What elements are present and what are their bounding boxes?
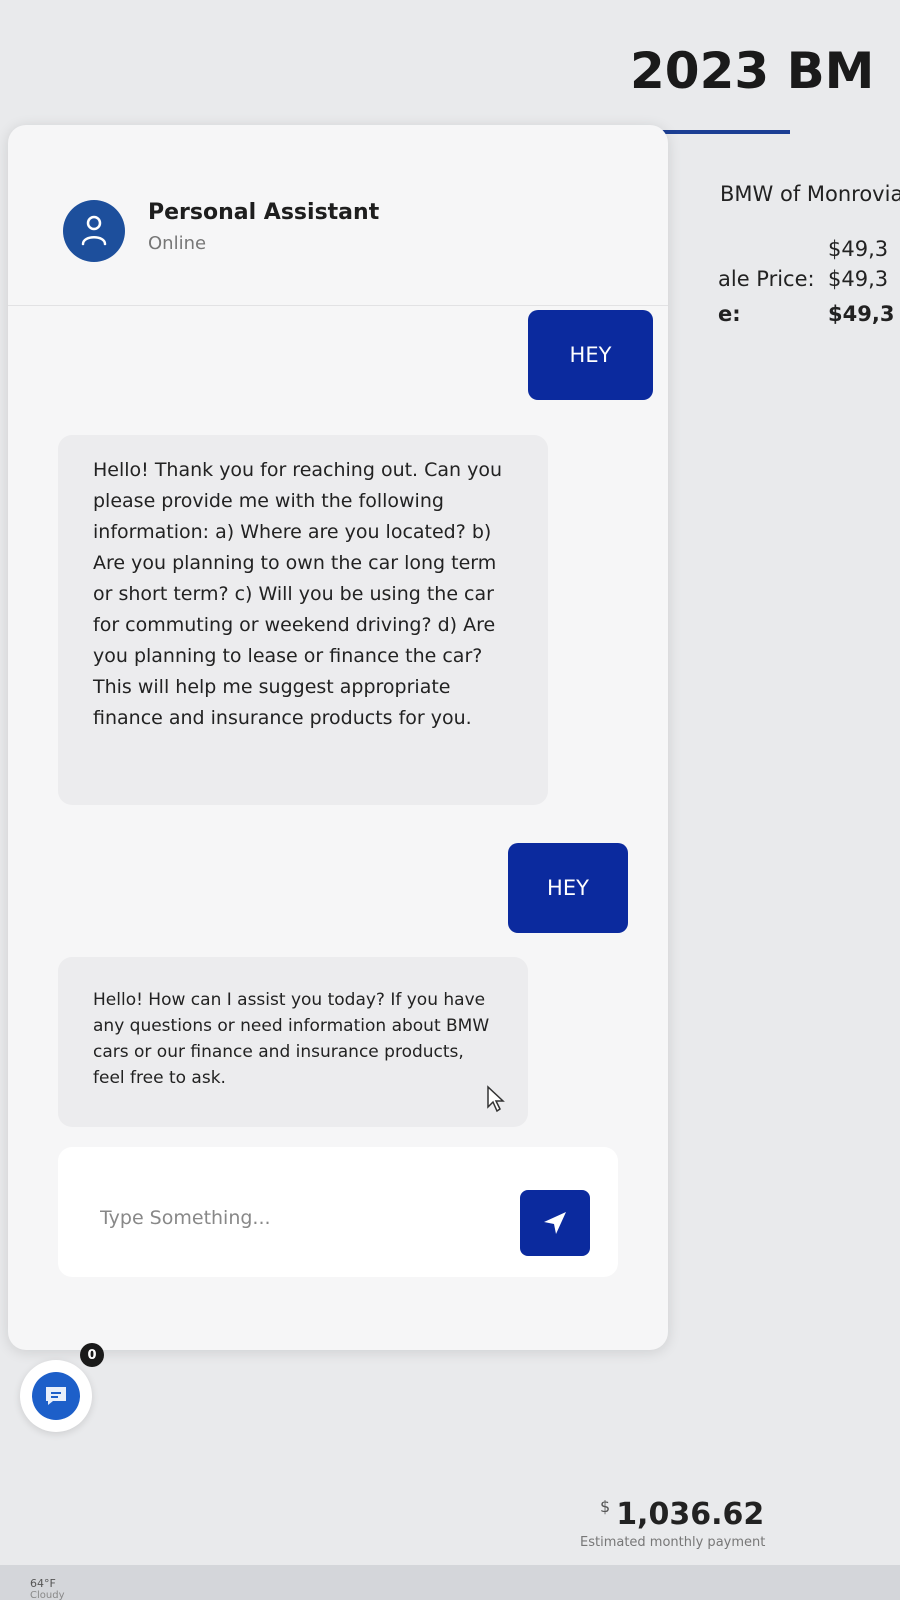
unread-badge: 0 [80, 1343, 104, 1367]
price-value: $49,3 [828, 267, 889, 291]
price-value: $49,3 [828, 302, 895, 326]
price-row-final: e: $49,3 [718, 302, 900, 326]
price-label: e: [718, 302, 741, 326]
monthly-payment-caption: Estimated monthly payment [580, 1535, 766, 1550]
price-label: ale Price: [718, 267, 815, 291]
chat-launcher-button[interactable] [20, 1360, 92, 1432]
currency-symbol: $ [600, 1497, 611, 1516]
vehicle-title: 2023 BM [630, 42, 875, 100]
chat-header: Personal Assistant Online [8, 125, 668, 306]
chat-window: Personal Assistant Online HEY Hello! Tha… [8, 125, 668, 1350]
assistant-message: Hello! How can I assist you today? If yo… [58, 957, 528, 1127]
message-composer [58, 1147, 618, 1277]
user-message: HEY [508, 843, 628, 933]
price-value: $49,3 [828, 237, 889, 261]
send-arrow-icon [544, 1212, 566, 1234]
price-row-sale: ale Price: $49,3 [718, 267, 900, 291]
monthly-payment-amount: $1,036.62 [600, 1497, 764, 1532]
weather-condition: Cloudy [30, 1590, 65, 1600]
price-row-msrp: $49,3 [718, 237, 900, 261]
weather-temperature[interactable]: 64°F [30, 1577, 56, 1590]
send-button[interactable] [520, 1190, 590, 1256]
message-input[interactable] [98, 1197, 482, 1239]
payment-value: 1,036.62 [616, 1497, 765, 1532]
taskbar [0, 1565, 900, 1600]
user-message: HEY [528, 310, 653, 400]
chat-icon [32, 1372, 80, 1420]
mouse-pointer-icon [486, 1085, 508, 1117]
assistant-message: Hello! Thank you for reaching out. Can y… [58, 435, 548, 805]
page: 2023 BM BMW of Monrovia $49,3 ale Price:… [0, 0, 900, 1600]
user-icon-svg [81, 215, 107, 246]
assistant-name: Personal Assistant [148, 200, 380, 225]
assistant-status: Online [148, 233, 207, 254]
user-icon [63, 200, 125, 262]
dealer-name[interactable]: BMW of Monrovia [720, 182, 900, 206]
